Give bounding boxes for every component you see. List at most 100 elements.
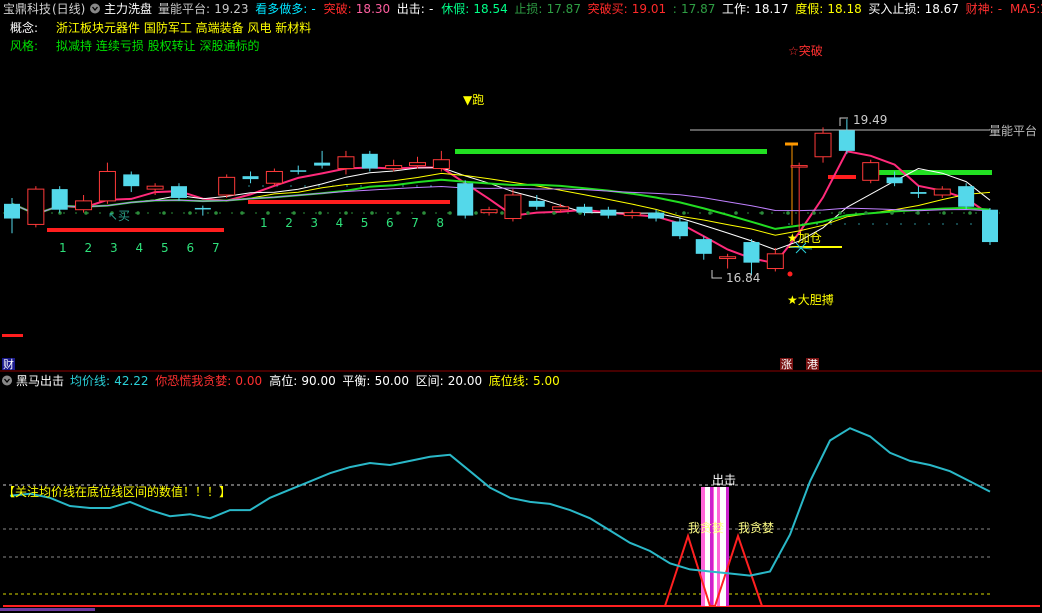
header-item-value: 17.87 [547, 2, 581, 16]
candle-body [123, 174, 140, 187]
low-pointer [711, 270, 722, 279]
signal-dot [787, 271, 793, 277]
header-item-label: 出击: [397, 2, 425, 16]
count-label: 4 [136, 241, 144, 255]
count-label: 1 [260, 216, 268, 230]
oscillator-menu-icon[interactable] [2, 375, 12, 386]
candle-body [4, 203, 20, 219]
header-item-value: 18.67 [925, 2, 959, 16]
candle-body [648, 212, 665, 219]
header-item-value: 18.18 [827, 2, 861, 16]
stock-name: 宝鼎科技 [3, 2, 51, 16]
count-label: 3 [310, 216, 318, 230]
candle-body [695, 239, 712, 254]
header-item-label: 休假: [441, 2, 469, 16]
candle-body [385, 165, 403, 170]
header-item-value: 17.87 [681, 2, 715, 16]
candle-body [528, 200, 545, 207]
header-item-value: - [998, 2, 1002, 16]
count-label: 8 [436, 216, 444, 230]
header-item-label: 突破: [324, 1, 352, 16]
candle-body [623, 212, 641, 217]
candle-body [146, 185, 164, 190]
ma-line [11, 172, 991, 236]
support-dot [448, 211, 452, 215]
volume-platform-label: 量能平台 [989, 123, 1037, 138]
oscillator-item-label: 高位: [269, 373, 297, 388]
zhang-badge[interactable]: 涨 [781, 358, 792, 371]
candle-body [480, 209, 498, 214]
candle-body [576, 206, 593, 213]
candle-body [982, 209, 998, 243]
candle-body [51, 189, 68, 210]
candle-body [314, 162, 331, 166]
concept-text: 浙江板块元器件 国防军工 高端装备 风电 新材料 [56, 20, 311, 35]
oscillator-values: 均价线: 42.22 你恐慌我贪婪: 0.00 高位: 90.00 平衡: 50.00 区间: 2… [70, 373, 560, 388]
candle-body [719, 256, 737, 260]
candle-body [170, 186, 187, 198]
header-item-label: : [673, 2, 677, 16]
oscillator-item-label: 底位线: [489, 373, 529, 388]
support-dot [318, 211, 322, 215]
oscillator-panel[interactable]: 黑马出击 均价线: 42.22 你恐慌我贪婪: 0.00 高位: 90.00 平衡: 50.0… [0, 372, 1042, 613]
candle-body [242, 176, 259, 180]
oscillator-item-value: 50.00 [375, 374, 409, 388]
concept-label: 概念: [10, 20, 38, 35]
buy-label: ↖买 [108, 209, 130, 223]
moving-average-lines [6, 150, 998, 265]
green-band-right [878, 170, 992, 175]
candle-body [552, 206, 570, 211]
support-dot [812, 211, 816, 215]
period-label: (日线) [52, 2, 85, 16]
support-dot [240, 211, 244, 215]
style-label: 风格: [10, 38, 38, 53]
candle-body [743, 242, 760, 263]
header-item-label: MA5: [1010, 2, 1040, 16]
support-dot [344, 211, 348, 215]
candle-body [361, 153, 378, 169]
count-label: 6 [187, 241, 195, 255]
header-item-value: 18.30 [356, 2, 390, 16]
support-dot [266, 211, 270, 215]
count-labels-b: 1 2 3 4 5 6 7 8 [260, 216, 444, 230]
support-dot [370, 211, 374, 215]
oscillator-item-label: 均价线: [70, 374, 110, 388]
candle-body [194, 207, 211, 210]
count-label: 7 [411, 216, 419, 230]
candle-body [265, 170, 283, 184]
header-item-label: 工作: [722, 2, 750, 16]
count-label: 2 [285, 216, 293, 230]
support-dot [422, 211, 426, 215]
low-price-label: 16.84 [726, 271, 760, 285]
support-dot [734, 211, 738, 215]
price-chart-panel[interactable]: 宝鼎科技 (日线) 主力洗盘 量能平台: 19.23 看多做多: - 突破: 18.30 出… [0, 0, 1042, 372]
header-item-label: 度假: [795, 1, 823, 16]
oscillator-item-value: 20.00 [448, 374, 482, 388]
add-position-label: ★加仓 [787, 231, 822, 245]
header-item-label: 量能平台: [158, 1, 210, 16]
support-dot [526, 211, 530, 215]
oscillator-item-value: 5.00 [533, 374, 560, 388]
indicator-menu-icon[interactable] [90, 3, 100, 14]
gang-badge[interactable]: 港 [807, 358, 818, 371]
header-item-label: 突破买: [588, 1, 628, 16]
count-label: 2 [85, 241, 93, 255]
header-item-label: 看多做多: [255, 1, 307, 16]
support-dot [552, 211, 556, 215]
greed-label-1: 我贪婪 [688, 520, 724, 535]
header-item-value: 19.01 [632, 2, 666, 16]
breakout-star-label: ☆突破 [788, 43, 823, 58]
cai-badge[interactable]: 财 [3, 357, 14, 371]
header-item-label: 财神: [966, 2, 994, 16]
candle-body [409, 162, 427, 167]
support-dot [136, 211, 140, 215]
scroll-indicator[interactable] [0, 608, 95, 611]
candle-body [600, 209, 617, 216]
oscillator-item-label: 平衡: [342, 374, 370, 388]
candle-body [671, 221, 688, 237]
greed-label-2: 我贪婪 [738, 520, 774, 535]
run-label: ▼跑 [463, 93, 484, 107]
header-item-value: 19.23 [214, 2, 248, 16]
candle-body [814, 132, 832, 158]
oscillator-item-label: 区间: [416, 374, 444, 388]
